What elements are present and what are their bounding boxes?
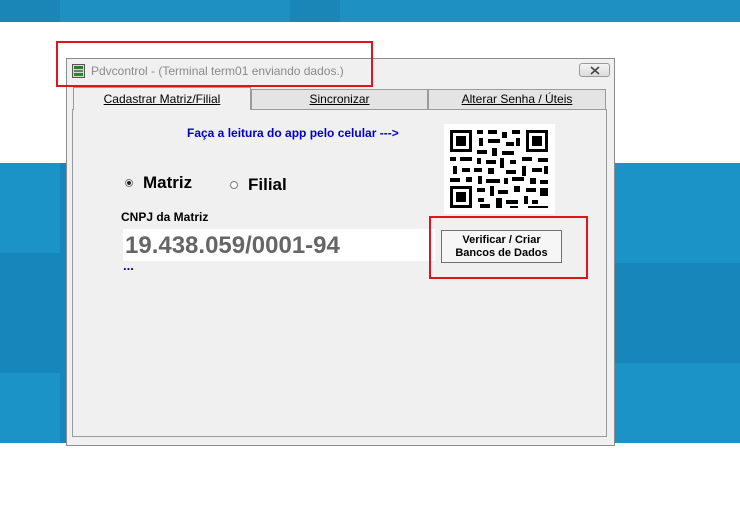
background-top-band: [0, 0, 740, 22]
background-tile: [0, 163, 60, 253]
tab-label: Cadastrar Matriz/Filial: [103, 92, 221, 106]
close-button[interactable]: [579, 63, 610, 77]
tab-label: Alterar Senha / Úteis: [461, 92, 573, 106]
background-tile: [615, 163, 740, 263]
radio-filial-indicator[interactable]: [230, 181, 238, 189]
background-tile: [340, 0, 740, 22]
tab-cadastrar-matriz-filial[interactable]: Cadastrar Matriz/Filial: [73, 87, 251, 110]
radio-filial-label: Filial: [248, 175, 287, 194]
tab-sincronizar[interactable]: Sincronizar: [251, 89, 428, 109]
tab-alterar-senha-uteis[interactable]: Alterar Senha / Úteis: [428, 89, 606, 109]
cnpj-label: CNPJ da Matriz: [121, 210, 209, 224]
radio-filial[interactable]: Filial: [230, 175, 287, 195]
qr-hint-text: Faça a leitura do app pelo celular --->: [187, 126, 399, 140]
radio-matriz[interactable]: Matriz: [125, 173, 192, 193]
qr-code-icon: [444, 124, 555, 214]
annotation-highlight-title: [56, 41, 373, 87]
annotation-highlight-button: [429, 216, 588, 279]
status-dots: ...: [123, 258, 134, 273]
radio-matriz-label: Matriz: [143, 173, 193, 192]
background-tile: [0, 373, 60, 443]
background-tile: [615, 363, 740, 443]
background-tile: [60, 0, 290, 22]
close-icon: [590, 66, 600, 75]
tab-label: Sincronizar: [309, 92, 370, 106]
cnpj-input[interactable]: [123, 229, 435, 261]
radio-matriz-indicator[interactable]: [125, 179, 133, 187]
